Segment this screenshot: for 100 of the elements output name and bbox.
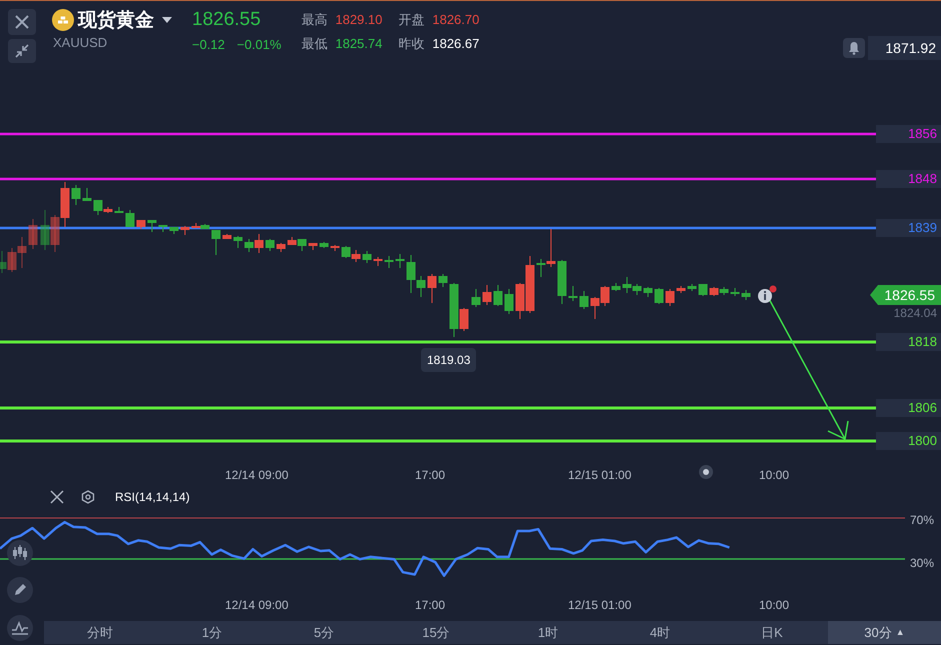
time-label: 10:00 xyxy=(759,467,790,484)
candlestick xyxy=(18,236,26,268)
candlestick xyxy=(180,226,190,236)
stat-label: 开盘 xyxy=(398,11,424,29)
candlestick xyxy=(50,214,60,252)
price-box: 1871.92 xyxy=(868,36,941,60)
candlestick xyxy=(374,256,382,266)
secondary-price: 1824.04 xyxy=(892,305,938,322)
rsi-level-label: 70% xyxy=(910,512,934,529)
close-button[interactable] xyxy=(8,9,36,35)
price-change: −0.12 xyxy=(192,36,225,54)
timeframe-tab[interactable]: 1分 xyxy=(156,621,268,644)
candlestick xyxy=(644,286,652,298)
stat-value: 1829.10 xyxy=(335,11,382,29)
candlestick xyxy=(114,206,124,214)
alert-button[interactable] xyxy=(843,38,865,58)
candlestick xyxy=(600,286,610,306)
timeframe-tab[interactable]: 分时 xyxy=(44,621,156,644)
candlestick xyxy=(72,184,80,206)
timeframe-tab[interactable]: 日K xyxy=(716,621,828,644)
candlestick xyxy=(126,210,134,228)
caret-icon xyxy=(162,17,172,23)
close-indicator-button[interactable] xyxy=(50,490,64,504)
symbol-code: XAUUSD xyxy=(53,36,108,49)
collapse-button[interactable] xyxy=(8,39,36,63)
time-label: 12/15 01:00 xyxy=(568,597,632,614)
price-change-percent: −0.01% xyxy=(236,36,282,54)
candlestick xyxy=(352,250,360,262)
time-label: 17:00 xyxy=(415,467,446,484)
candlestick xyxy=(308,242,318,250)
candlestick xyxy=(558,260,566,304)
draw-button[interactable] xyxy=(7,577,33,603)
candlestick xyxy=(148,220,156,232)
time-label: 10:00 xyxy=(759,597,790,614)
low-price-label: 1819.03 xyxy=(421,348,476,372)
candlestick xyxy=(266,238,274,252)
candlestick xyxy=(362,250,372,264)
time-label: 12/14 09:00 xyxy=(225,597,288,614)
stat-value: 1826.70 xyxy=(432,11,480,29)
candlestick xyxy=(482,284,492,306)
candlestick xyxy=(170,226,178,234)
candlestick xyxy=(632,284,642,296)
candlestick xyxy=(494,284,502,306)
candlestick xyxy=(580,290,588,310)
candlestick xyxy=(612,282,620,292)
pencil-icon xyxy=(12,582,28,598)
timeframe-tab[interactable]: 30分 ▲ xyxy=(828,621,941,644)
candlestick xyxy=(698,284,708,296)
line-chart-icon xyxy=(11,620,29,636)
candlestick xyxy=(60,182,70,228)
price-line[interactable] xyxy=(0,226,876,230)
rsi-level-label: 30% xyxy=(910,555,934,572)
candlestick xyxy=(742,290,750,300)
info-icon[interactable] xyxy=(758,289,772,303)
candlestick xyxy=(720,286,728,296)
price-line-label: 1800 xyxy=(876,432,941,450)
indicator-settings-button[interactable] xyxy=(81,490,95,504)
timeframe-tab[interactable]: 4时 xyxy=(604,621,716,644)
anchor-dot[interactable] xyxy=(770,286,776,292)
candlestick xyxy=(730,288,740,296)
collapse-icon xyxy=(15,44,29,58)
candlestick xyxy=(568,286,578,302)
indicator-title: RSI(14,14,14) xyxy=(115,489,190,506)
price-line-label: 1856 xyxy=(876,125,941,143)
candlestick xyxy=(276,242,286,252)
price-line-label: 1806 xyxy=(876,399,941,417)
candlestick xyxy=(330,244,340,252)
candlestick xyxy=(654,288,664,304)
time-label: 12/15 01:00 xyxy=(568,467,632,484)
price-line-label: 1839 xyxy=(876,219,941,237)
candlestick xyxy=(28,218,38,250)
candlestick xyxy=(396,254,404,268)
candlestick xyxy=(438,274,448,288)
candlestick xyxy=(472,288,480,308)
candlestick xyxy=(688,284,696,292)
indicator-button[interactable] xyxy=(7,615,33,641)
candlestick-icon xyxy=(11,545,29,561)
timeframe-tab[interactable]: 1时 xyxy=(492,621,604,644)
candlestick xyxy=(158,225,168,232)
candlestick xyxy=(504,288,514,314)
time-label: 17:00 xyxy=(415,597,446,614)
timeframe-tab[interactable]: 15分 xyxy=(380,621,492,644)
stat-label: 昨收 xyxy=(398,34,424,52)
timeframe-tab[interactable]: 5分 xyxy=(268,621,380,644)
symbol-dropdown[interactable]: 现货黄金 xyxy=(78,10,172,30)
last-price: 1826.55 xyxy=(192,10,262,29)
stat-value: 1825.74 xyxy=(335,34,382,52)
candlestick xyxy=(254,234,264,254)
chart-type-button[interactable] xyxy=(7,540,33,566)
candlestick xyxy=(590,296,600,320)
stat-label: 最低 xyxy=(301,34,328,52)
stat-value: 1826.67 xyxy=(432,34,480,52)
candlestick xyxy=(82,188,92,202)
price-line-label: 1818 xyxy=(876,333,941,351)
candlestick xyxy=(234,236,242,248)
candlestick xyxy=(676,286,686,294)
ingot-icon xyxy=(52,9,74,31)
candlestick xyxy=(222,234,232,239)
candlestick xyxy=(320,242,328,248)
settings-icon xyxy=(81,490,95,504)
